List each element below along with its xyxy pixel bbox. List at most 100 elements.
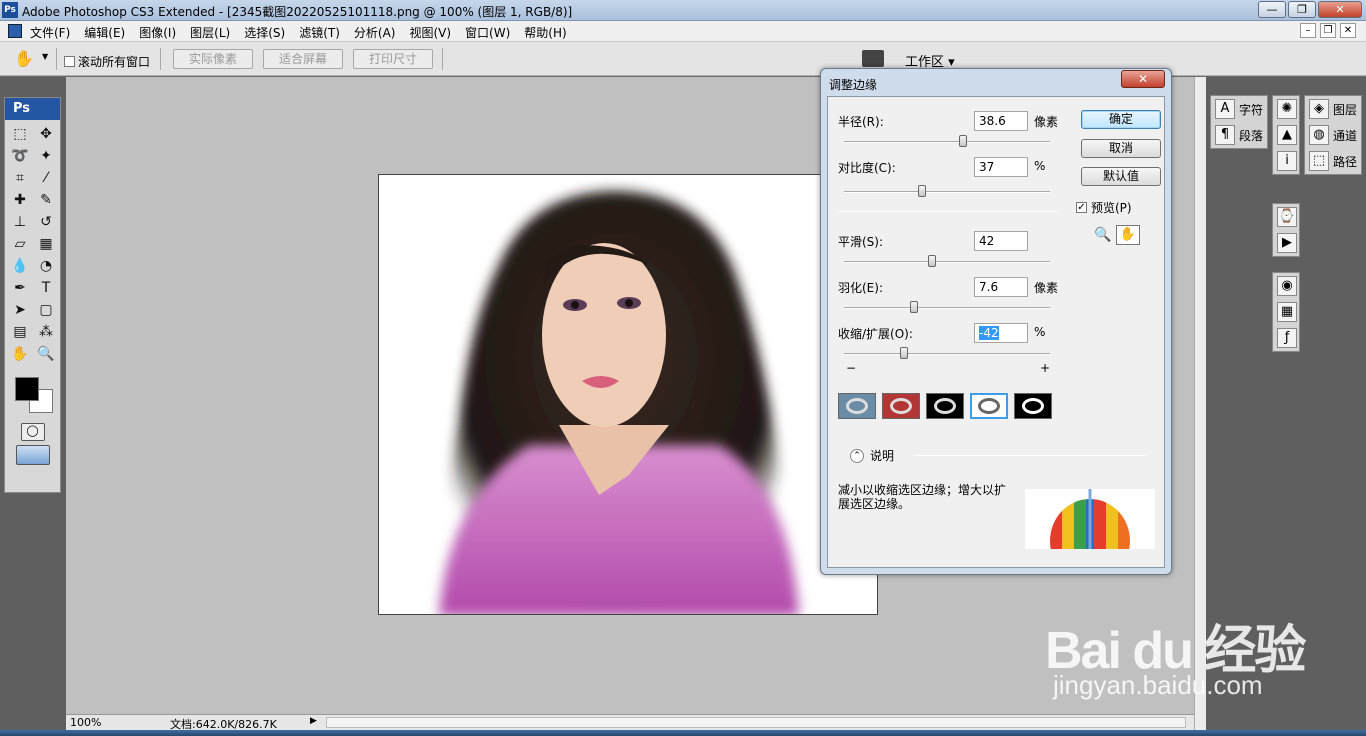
cancel-button[interactable]: 取消 [1081,139,1161,158]
print-size-button[interactable]: 打印尺寸 [353,49,433,69]
hand-tool-panel-icon[interactable]: ✋ [9,344,31,365]
restore-button[interactable]: ❐ [1288,1,1316,18]
portrait-image [379,175,877,614]
menu-image[interactable]: 图像(I) [139,24,176,41]
actions-button[interactable]: ▶ [1273,230,1299,256]
bridge-icon[interactable] [862,50,884,67]
slice-tool-icon[interactable]: ⁄ [35,168,57,189]
contrast-input[interactable]: 37 [974,157,1028,177]
quick-mask-icon[interactable]: ◯ [20,423,45,441]
healing-brush-tool-icon[interactable]: ✚ [9,190,31,211]
swatches-dock: ◉ ▦ ƒ [1272,272,1300,352]
view-standard-thumb[interactable] [838,393,876,419]
move-tool-icon[interactable]: ✥ [35,124,57,145]
contract-expand-slider-thumb[interactable] [900,347,908,359]
radius-slider[interactable] [844,135,1050,147]
minimize-button[interactable]: — [1258,1,1286,18]
view-quickmask-thumb[interactable] [882,393,920,419]
eyedropper-tool-icon[interactable]: ⁂ [35,322,57,343]
hand-tool-icon[interactable]: ✋ [14,49,34,68]
default-button[interactable]: 默认值 [1081,167,1161,186]
view-black-thumb[interactable] [926,393,964,419]
menu-edit[interactable]: 编辑(E) [84,24,125,41]
swatches-button[interactable]: ▦ [1273,299,1299,325]
pen-tool-icon[interactable]: ✒ [9,278,31,299]
eraser-tool-icon[interactable]: ▱ [9,234,31,255]
navigator-button[interactable]: ✺ [1273,96,1299,122]
doc-restore-button[interactable]: ❐ [1320,23,1336,38]
menu-help[interactable]: 帮助(H) [524,24,566,41]
marquee-tool-icon[interactable]: ⬚ [9,124,31,145]
clone-stamp-tool-icon[interactable]: ⊥ [9,212,31,233]
dialog-close-button[interactable]: ✕ [1121,70,1165,88]
document-icon[interactable] [8,24,22,38]
navigator-icon: ✺ [1277,99,1297,119]
menu-file[interactable]: 文件(F) [30,24,70,41]
checkbox-box[interactable] [64,56,75,67]
gradient-tool-icon[interactable]: ▦ [35,234,57,255]
menu-layer[interactable]: 图层(L) [190,24,230,41]
zoom-icon[interactable]: 🔍 [1094,227,1111,243]
screen-mode-icon[interactable] [15,445,50,465]
channels-panel-button[interactable]: ◍ 通道 [1305,122,1361,148]
contract-expand-input[interactable]: -42 [974,323,1028,343]
radius-slider-thumb[interactable] [959,135,967,147]
path-selection-tool-icon[interactable]: ➤ [9,300,31,321]
preview-checkbox[interactable]: ✓ 预览(P) [1076,199,1132,216]
doc-minimize-button[interactable]: – [1300,23,1316,38]
foreground-color-swatch[interactable] [15,377,39,401]
dodge-tool-icon[interactable]: ◔ [35,256,57,277]
brush-tool-icon[interactable]: ✎ [35,190,57,211]
view-white-thumb[interactable] [970,393,1008,419]
status-menu-arrow-icon[interactable]: ▶ [310,716,317,726]
menu-view[interactable]: 视图(V) [409,24,451,41]
paragraph-panel-button[interactable]: ¶ 段落 [1211,122,1267,148]
smooth-input[interactable]: 42 [974,231,1028,251]
menu-filter[interactable]: 滤镜(T) [299,24,340,41]
layers-panel-button[interactable]: ◈ 图层 [1305,96,1361,122]
feather-input[interactable]: 7.6 [974,277,1028,297]
fit-screen-button[interactable]: 适合屏幕 [263,49,343,69]
menu-analysis[interactable]: 分析(A) [354,24,396,41]
blur-tool-icon[interactable]: 💧 [9,256,31,277]
description-toggle[interactable]: ⌃ 说明 [850,447,894,464]
character-panel-button[interactable]: A 字符 [1211,96,1267,122]
horizontal-scrollbar[interactable] [326,717,1186,728]
doc-close-button[interactable]: ✕ [1340,23,1356,38]
styles-button[interactable]: ƒ [1273,325,1299,351]
zoom-tool-icon[interactable]: 🔍 [35,344,57,365]
hand-icon[interactable]: ✋ [1116,225,1140,245]
preview-checkbox-box[interactable]: ✓ [1076,202,1087,213]
color-button[interactable]: ◉ [1273,273,1299,299]
document-canvas[interactable] [378,174,878,615]
menu-select[interactable]: 选择(S) [244,24,285,41]
feather-slider[interactable] [844,301,1050,313]
actual-pixels-button[interactable]: 实际像素 [173,49,253,69]
feather-slider-thumb[interactable] [910,301,918,313]
info-button[interactable]: i [1273,148,1299,174]
ok-button[interactable]: 确定 [1081,110,1161,129]
crop-tool-icon[interactable]: ⌗ [9,168,31,189]
shape-tool-icon[interactable]: ▢ [35,300,57,321]
scroll-all-windows-checkbox[interactable]: 滚动所有窗口 [64,53,150,70]
smooth-slider-thumb[interactable] [928,255,936,267]
histogram-button[interactable]: ▲ [1273,122,1299,148]
magic-wand-tool-icon[interactable]: ✦ [35,146,57,167]
paths-panel-button[interactable]: ⬚ 路径 [1305,148,1361,174]
lasso-tool-icon[interactable]: ➰ [9,146,31,167]
type-tool-icon[interactable]: T [35,278,57,299]
notes-tool-icon[interactable]: ▤ [9,322,31,343]
contrast-slider-thumb[interactable] [918,185,926,197]
description-divider [914,455,1146,456]
contrast-slider[interactable] [844,185,1050,197]
smooth-slider[interactable] [844,255,1050,267]
contract-expand-slider[interactable] [844,347,1050,359]
zoom-level[interactable]: 100% [70,716,101,729]
close-button[interactable]: ✕ [1318,1,1362,18]
tool-preset-dropdown-icon[interactable]: ▼ [42,52,48,61]
history-brush-tool-icon[interactable]: ↺ [35,212,57,233]
history-button[interactable]: ⌚ [1273,204,1299,230]
radius-input[interactable]: 38.6 [974,111,1028,131]
menu-window[interactable]: 窗口(W) [465,24,510,41]
view-mask-thumb[interactable] [1014,393,1052,419]
